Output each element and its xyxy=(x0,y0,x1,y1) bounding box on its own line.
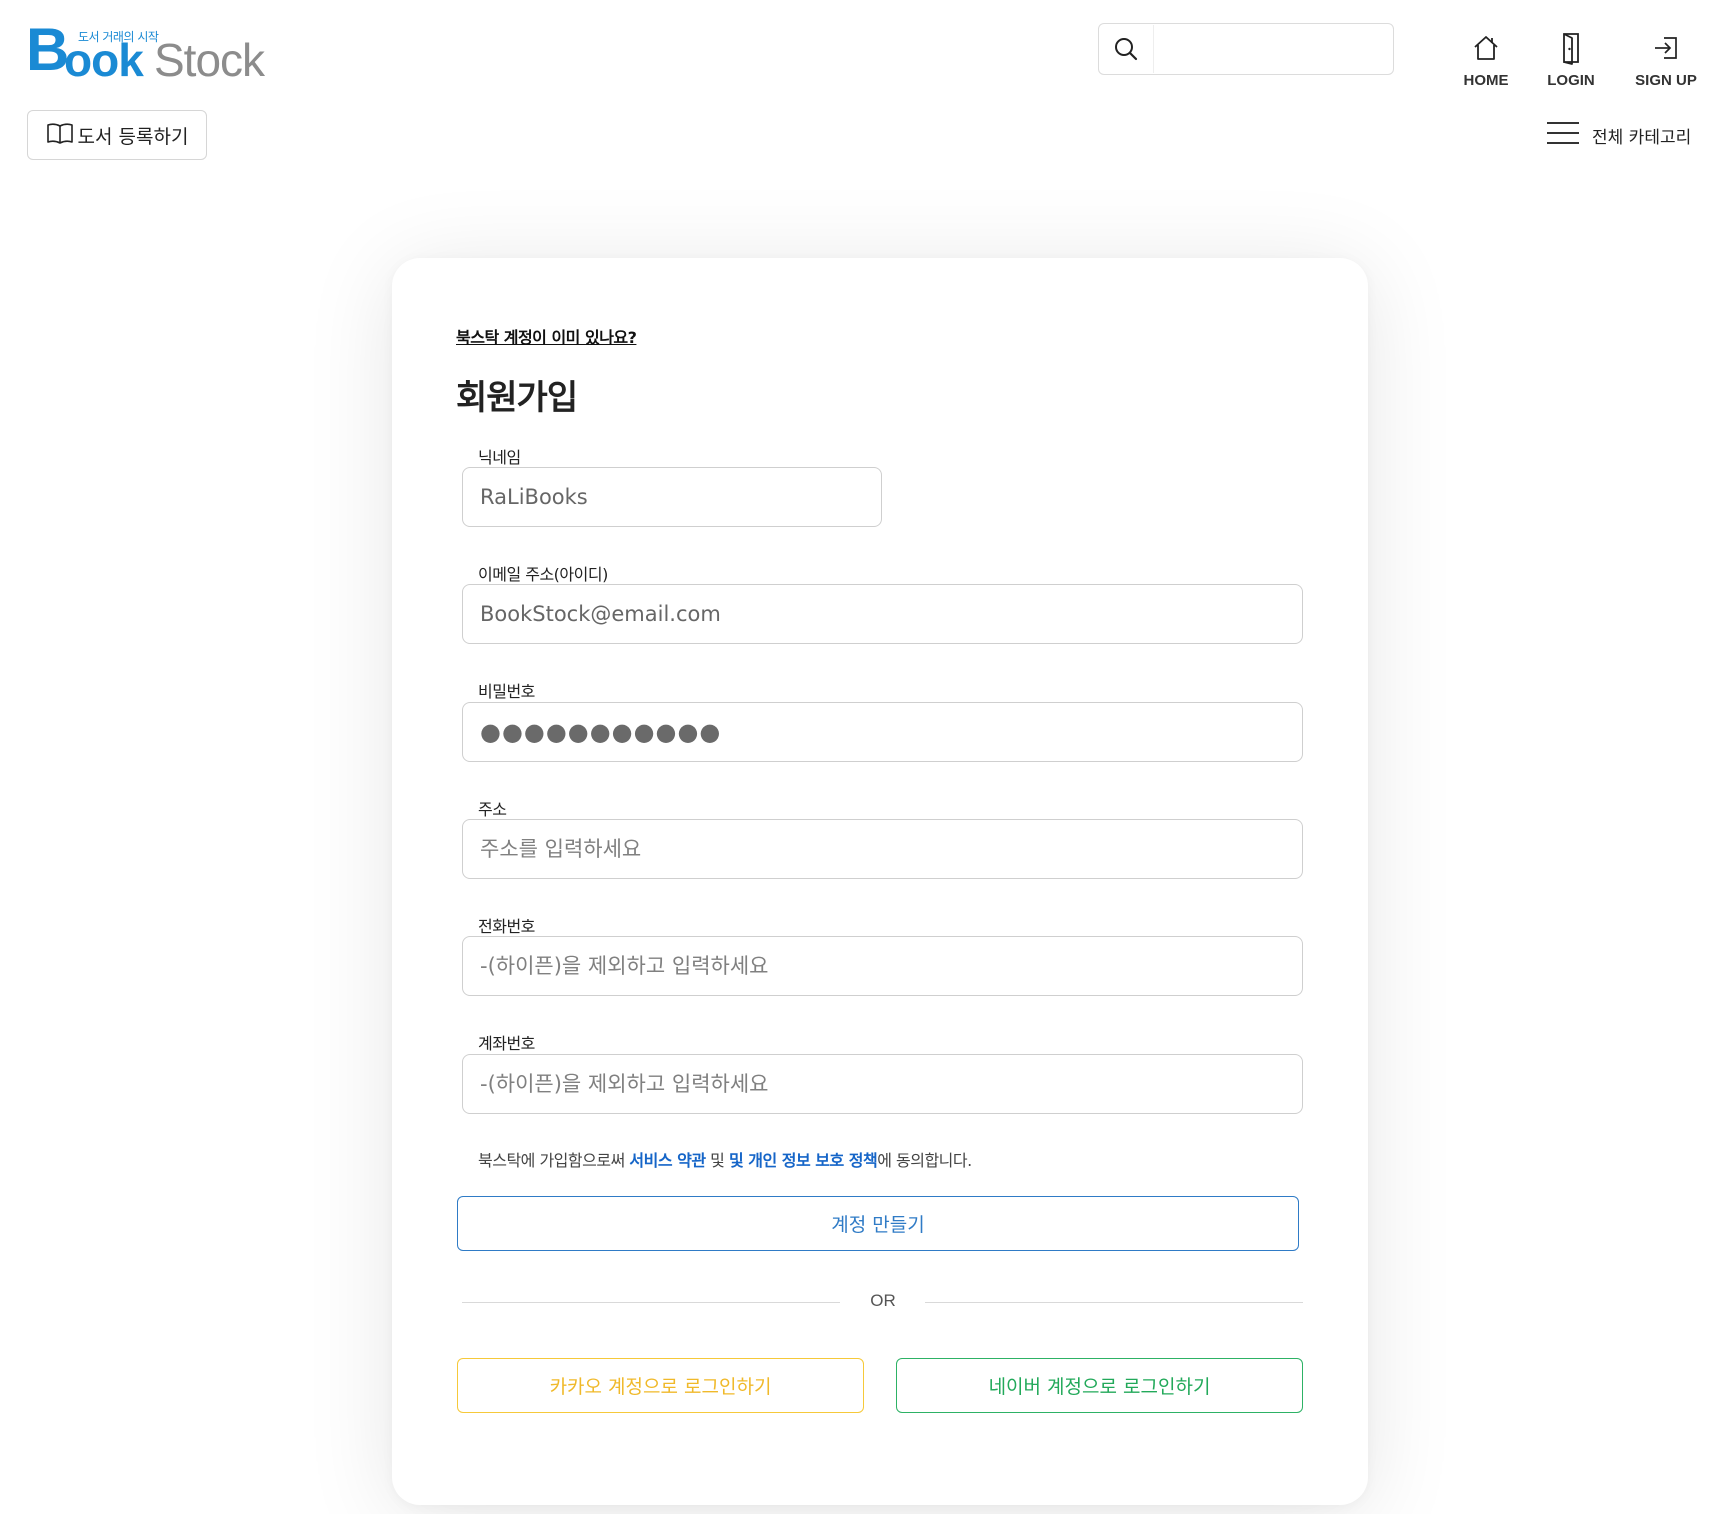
already-have-account-link[interactable]: 북스탁 계정이 이미 있나요? xyxy=(456,324,637,348)
all-categories-button[interactable]: 전체 카테고리 xyxy=(1546,118,1691,152)
nav-signup[interactable]: SIGN UP xyxy=(1624,28,1708,89)
logo-text-ook: ook xyxy=(64,34,144,86)
agreement-suffix: 에 동의합니다. xyxy=(877,1151,972,1170)
address-field[interactable] xyxy=(462,819,1303,879)
nav-home-label: HOME xyxy=(1463,72,1509,89)
phone-label: 전화번호 xyxy=(478,917,535,936)
register-book-button[interactable]: 도서 등록하기 xyxy=(27,110,207,160)
sign-in-icon xyxy=(1651,28,1681,68)
password-label: 비밀번호 xyxy=(478,682,535,701)
or-separator: OR xyxy=(870,1291,896,1310)
kakao-login-button[interactable]: 카카오 계정으로 로그인하기 xyxy=(457,1358,864,1413)
agreement-middle: 및 xyxy=(705,1151,729,1170)
terms-agreement: 북스탁에 가입함으로써 서비스 약관 및 및 개인 정보 보호 정책에 동의합니… xyxy=(478,1147,972,1171)
password-masked-value: ●●●●●●●●●●● xyxy=(480,718,722,746)
nickname-field[interactable] xyxy=(462,467,882,527)
nav-home[interactable]: HOME xyxy=(1446,28,1526,89)
bookstock-logo[interactable]: 도서 거래의 시작 B ook Stock xyxy=(26,14,276,86)
signup-page: 도서 거래의 시작 B ook Stock HOME LOGIN SIGN UP… xyxy=(0,0,1712,1514)
email-field[interactable] xyxy=(462,584,1303,644)
divider-left xyxy=(462,1302,840,1303)
search-input[interactable] xyxy=(1153,25,1393,73)
phone-field[interactable] xyxy=(462,936,1303,996)
privacy-policy-link[interactable]: 및 개인 정보 보호 정책 xyxy=(729,1151,878,1170)
logo-text-stock: Stock xyxy=(154,34,265,86)
search-icon[interactable] xyxy=(1099,24,1153,74)
open-book-icon xyxy=(46,121,74,150)
signup-card: 북스탁 계정이 이미 있나요? 회원가입 닉네임 이메일 주소(아이디) 비밀번… xyxy=(392,258,1368,1505)
terms-of-service-link[interactable]: 서비스 약관 xyxy=(629,1151,706,1170)
hamburger-menu-icon xyxy=(1546,120,1580,151)
address-label: 주소 xyxy=(478,800,507,819)
divider-right xyxy=(925,1302,1303,1303)
email-label: 이메일 주소(아이디) xyxy=(478,565,608,584)
nav-signup-label: SIGN UP xyxy=(1635,72,1697,89)
door-icon xyxy=(1556,28,1586,68)
nickname-label: 닉네임 xyxy=(478,448,521,467)
naver-login-button[interactable]: 네이버 계정으로 로그인하기 xyxy=(896,1358,1303,1413)
account-number-label: 계좌번호 xyxy=(478,1034,535,1053)
nav-login[interactable]: LOGIN xyxy=(1536,28,1606,89)
create-account-button[interactable]: 계정 만들기 xyxy=(457,1196,1299,1251)
home-icon xyxy=(1471,28,1501,68)
page-title: 회원가입 xyxy=(456,378,578,418)
agreement-prefix: 북스탁에 가입함으로써 xyxy=(478,1151,630,1170)
search-bar xyxy=(1098,23,1394,75)
logo-letter-b: B xyxy=(26,16,70,83)
register-book-label: 도서 등록하기 xyxy=(77,125,189,148)
account-number-field[interactable] xyxy=(462,1054,1303,1114)
all-categories-label: 전체 카테고리 xyxy=(1592,127,1692,148)
password-field[interactable]: ●●●●●●●●●●● xyxy=(462,702,1303,762)
nav-login-label: LOGIN xyxy=(1547,72,1595,89)
